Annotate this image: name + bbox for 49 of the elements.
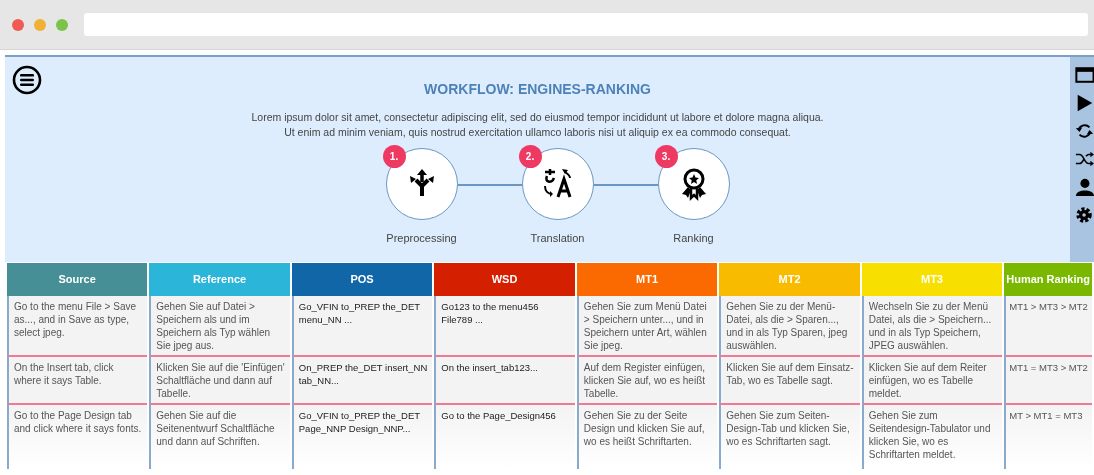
step-circle[interactable]: 2. [521,148,594,220]
column-header[interactable]: MT1 [576,263,718,296]
play-icon[interactable] [1075,93,1094,113]
table-cell: MT > MT1 = MT3 [1004,405,1092,469]
column-header[interactable]: POS [291,263,433,296]
table-cell: Gehen Sie auf Datei > Speichern als und im Speichern als Typ wählen Sie jpeg aus. [149,296,290,357]
table-cell: On the insert_tab123... [434,357,575,405]
menu-icon[interactable] [12,65,42,95]
shuffle-icon[interactable] [1075,149,1094,169]
table-cell: Gehen Sie zum Seiten-Design-Tab und klicken Sie, wo es Schriftarten sagt. [719,405,860,469]
table-cell: Go123 to the menu456 File789 ... [434,296,575,357]
table-cell: Klicken Sie auf dem Einsatz-Tab, wo es Tabelle sagt. [719,357,860,405]
user-icon[interactable] [1075,177,1094,197]
table-cell: Gehen Sie zum Seitendesign-Tabulator und klicken Sie, wo es Schriftarten meldet. [861,405,1003,469]
column-header[interactable]: Reference [149,263,290,296]
table-cell: Wechseln Sie zu der Menü Datei, als die > Speichern... und in als Typ Speichern, JPEG auswählen. [861,296,1003,357]
workflow-description: Lorem ipsum dolor sit amet, consectetur adipiscing elit, sed do eiusmod tempor incididunt ut labore et dolore magna aliqua. Ut enim ad minim veniam, quis nostrud exercitation ullamco laboris nisi ut aliquip ex ea commodo consequat. [250,110,825,140]
refresh-icon[interactable] [1075,121,1094,141]
step-circle[interactable]: 1. [385,148,458,220]
workflow-title: WORKFLOW: ENGINES-RANKING [424,80,651,99]
table-cell: Go_VFIN to_PREP the_DET Page_NNP Design_NNP... [291,405,433,469]
table-cell: On_PREP the_DET insert_NN tab_NN... [291,357,433,405]
table-cell: Gehen Sie zu der Seite Design und klicken Sie auf, wo es heißt Schriftarten. [576,405,718,469]
column-header[interactable]: Source [7,263,148,296]
table-cell: Gehen Sie zum Menü Datei > Speichern unter..., und in Speichern unter Art, wählen Sie jpeg. [576,296,718,357]
table-cell: Go_VFIN to_PREP the_DET menu_NN ... [291,296,433,357]
table-cell: MT1 > MT3 > MT2 [1004,296,1092,357]
step-number: 1. [382,145,406,168]
step-circle[interactable]: 3. [657,148,730,220]
settings-icon[interactable] [1075,205,1094,225]
step-number: 2. [518,145,542,168]
table-cell: Go to the menu File > Save as..., and in Save as type, select jpeg. [7,296,148,357]
step-label: Preprocessing [386,231,457,246]
window-icon[interactable] [1075,65,1094,85]
step-label: Translation [530,231,585,246]
step-label: Ranking [673,231,714,246]
table-cell: Klicken Sie auf die 'Einfügen' Schaltfläche und dann auf Tabelle. [149,357,290,405]
table-cell: Gehen Sie auf die Seitenentwurf Schaltfläche und dann auf Schriften. [149,405,290,469]
table-cell: MT1 = MT3 > MT2 [1004,357,1092,405]
column-header[interactable]: Human Ranking [1004,263,1092,296]
table-cell: Gehen Sie zu der Menü-Datei, als die > Sparen..., und in als Typ Sparen, jpeg auswählen. [719,296,860,357]
table-cell: Go to the Page Design tab and click where it says fonts. [7,405,148,469]
column-header[interactable]: WSD [434,263,575,296]
close-window-button[interactable] [12,18,24,31]
table-cell: Klicken Sie auf dem Reiter einfügen, wo es Tabelle meldet. [861,357,1003,405]
table-cell: On the Insert tab, click where it says Table. [7,357,148,405]
table-cell: Go to the Page_Design456 [434,405,575,469]
table-cell: Auf dem Register einfügen, klicken Sie auf, wo es heißt Tabelle. [576,357,718,405]
step-number: 3. [654,145,678,168]
